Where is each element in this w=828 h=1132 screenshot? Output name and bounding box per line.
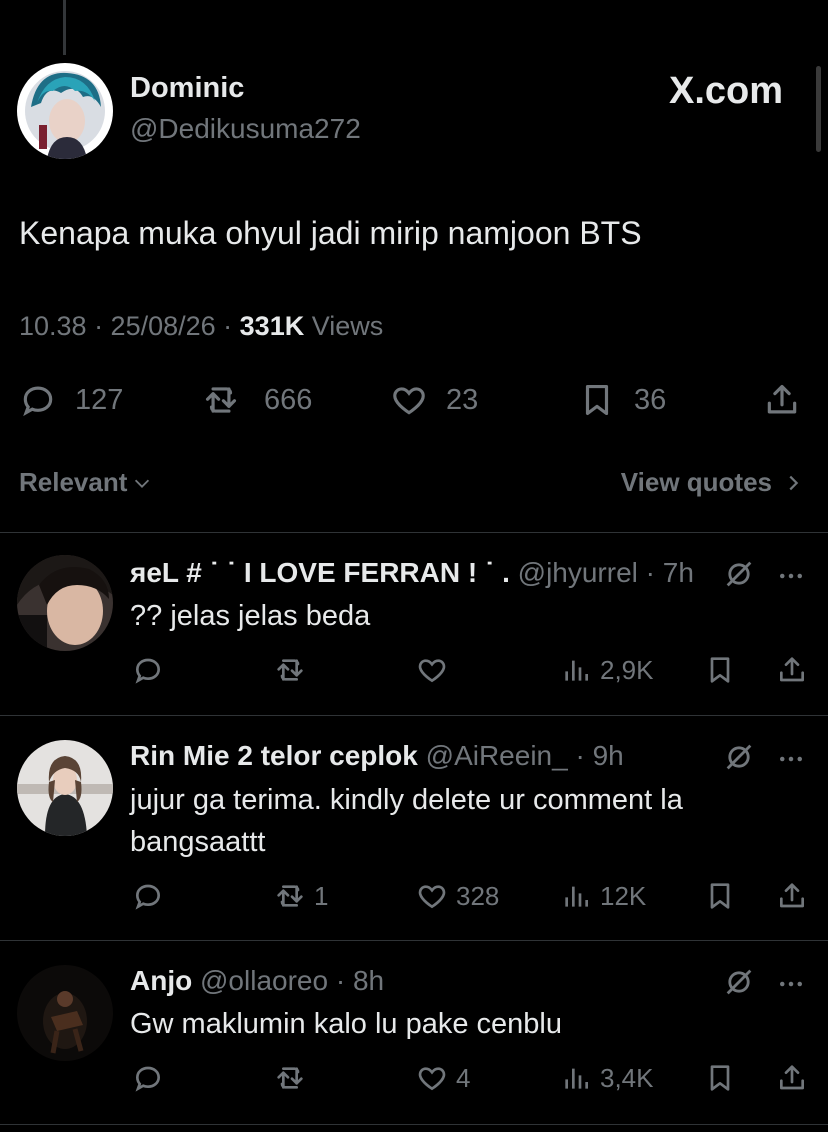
views-count: 3,4K — [600, 1062, 654, 1093]
share-icon — [767, 384, 797, 414]
repost-icon — [205, 387, 237, 413]
reply-handle: @jhyurrel — [517, 557, 638, 588]
like-button[interactable]: 4 — [416, 1062, 470, 1094]
reply-text: jujur ga terima. kindly delete ur commen… — [130, 779, 683, 863]
x-logo-text: X.com — [669, 70, 784, 112]
like-count: 23 — [446, 383, 479, 416]
divider — [0, 1124, 828, 1125]
reply-button[interactable] — [132, 880, 172, 912]
scrollbar[interactable] — [816, 66, 821, 152]
bookmark-button[interactable]: 36 — [578, 380, 666, 420]
reply-time: · 9h — [567, 740, 624, 771]
repost-icon — [277, 659, 303, 681]
reply-icon — [23, 386, 53, 417]
share-icon[interactable] — [776, 1062, 808, 1094]
views-button[interactable]: 3,4K — [560, 1062, 654, 1094]
repost-count: 1 — [314, 880, 329, 911]
views-label: Views — [304, 311, 384, 341]
author-name[interactable]: Dominic — [130, 72, 244, 105]
share-icon[interactable] — [776, 880, 808, 912]
repost-count: 666 — [264, 383, 313, 416]
chevron-right-icon — [789, 475, 799, 490]
reply-icon — [135, 1066, 161, 1092]
sort-label: Relevant — [19, 467, 128, 497]
repost-button[interactable]: 666 — [202, 380, 312, 420]
reply-name: Anjo — [130, 965, 193, 996]
heart-icon — [418, 1067, 446, 1091]
reply-text-line: bangsaattt — [130, 826, 266, 858]
views-count: 12K — [600, 880, 647, 911]
more-icon[interactable] — [776, 969, 806, 999]
reply-text: ?? jelas jelas beda — [130, 600, 371, 632]
views-icon — [565, 1068, 588, 1089]
reply-avatar[interactable] — [17, 555, 113, 651]
share-icon[interactable] — [776, 654, 808, 686]
view-quotes-link[interactable]: View quotes — [621, 467, 804, 498]
reply-time: · 7h — [637, 557, 694, 588]
bookmark-icon[interactable] — [704, 654, 736, 686]
reply-icon — [135, 884, 161, 910]
heart-icon — [418, 885, 446, 909]
reply-author[interactable]: яeL # ˙ ˙ I LOVE FERRAN ! ˙ . @jhyurrel … — [130, 557, 694, 589]
repost-button[interactable] — [274, 1062, 314, 1094]
bookmark-icon[interactable] — [704, 880, 736, 912]
repost-button[interactable]: 1 — [274, 880, 328, 912]
reply-count: 127 — [75, 383, 124, 416]
views-count: 2,9K — [600, 654, 654, 685]
bookmark-count: 36 — [634, 383, 667, 416]
bookmark-icon — [585, 384, 609, 416]
views-icon — [565, 660, 588, 681]
share-button[interactable] — [763, 380, 801, 420]
reply-handle: @AiReein_ — [425, 740, 568, 771]
reply-author[interactable]: Rin Mie 2 telor ceplok @AiReein_ · 9h — [130, 740, 624, 772]
reply-item[interactable]: Anjo @ollaoreo · 8h Gw maklumin kalo lu … — [0, 941, 828, 1123]
reply-button[interactable] — [132, 654, 172, 686]
views-button[interactable]: 12K — [560, 880, 646, 912]
grok-icon[interactable] — [722, 557, 756, 591]
grok-icon[interactable] — [722, 740, 756, 774]
reply-avatar[interactable] — [17, 965, 113, 1061]
reply-handle: @ollaoreo — [200, 965, 329, 996]
reply-icon — [135, 658, 161, 684]
reply-button[interactable]: 127 — [19, 380, 123, 420]
reply-name: яeL # ˙ ˙ I LOVE FERRAN ! ˙ . — [130, 557, 510, 588]
like-button[interactable] — [416, 654, 456, 686]
reply-item[interactable]: Rin Mie 2 telor ceplok @AiReein_ · 9h ju… — [0, 716, 828, 940]
tweet-meta: 10.38 · 25/08/26 · 331K Views — [19, 311, 383, 342]
more-icon[interactable] — [776, 744, 806, 774]
views-button[interactable]: 2,9K — [560, 654, 654, 686]
reply-text-line: jujur ga terima. kindly delete ur commen… — [130, 784, 683, 816]
repost-button[interactable] — [274, 654, 314, 686]
repost-icon — [277, 885, 303, 907]
sort-dropdown[interactable]: Relevant — [19, 467, 153, 498]
reply-time: · 8h — [328, 965, 385, 996]
like-button[interactable]: 23 — [390, 380, 478, 420]
reply-author[interactable]: Anjo @ollaoreo · 8h — [130, 965, 384, 997]
repost-icon — [277, 1067, 303, 1089]
reply-item[interactable]: яeL # ˙ ˙ I LOVE FERRAN ! ˙ . @jhyurrel … — [0, 533, 828, 715]
heart-icon — [418, 659, 446, 683]
like-count: 328 — [456, 880, 500, 911]
more-icon[interactable] — [776, 561, 806, 591]
tweet-timestamp[interactable]: 10.38 · 25/08/26 · — [19, 311, 240, 341]
tweet-text: Kenapa muka ohyul jadi mirip namjoon BTS — [19, 215, 642, 251]
reply-avatar[interactable] — [17, 740, 113, 836]
like-button[interactable]: 328 — [416, 880, 499, 912]
author-handle[interactable]: @Dedikusuma272 — [130, 113, 361, 145]
reply-button[interactable] — [132, 1062, 172, 1094]
view-quotes-label: View quotes — [620, 467, 772, 497]
like-count: 4 — [456, 1062, 471, 1093]
grok-icon[interactable] — [722, 965, 756, 999]
thread-line — [63, 0, 66, 55]
reply-name: Rin Mie 2 telor ceplok — [130, 740, 418, 771]
heart-icon — [393, 387, 425, 415]
views-icon — [565, 886, 588, 907]
reply-text: Gw maklumin kalo lu pake cenblu — [130, 1008, 562, 1040]
views-count: 331K — [239, 311, 305, 341]
author-avatar[interactable] — [17, 63, 113, 159]
bookmark-icon[interactable] — [704, 1062, 736, 1094]
chevron-down-icon — [135, 479, 150, 488]
